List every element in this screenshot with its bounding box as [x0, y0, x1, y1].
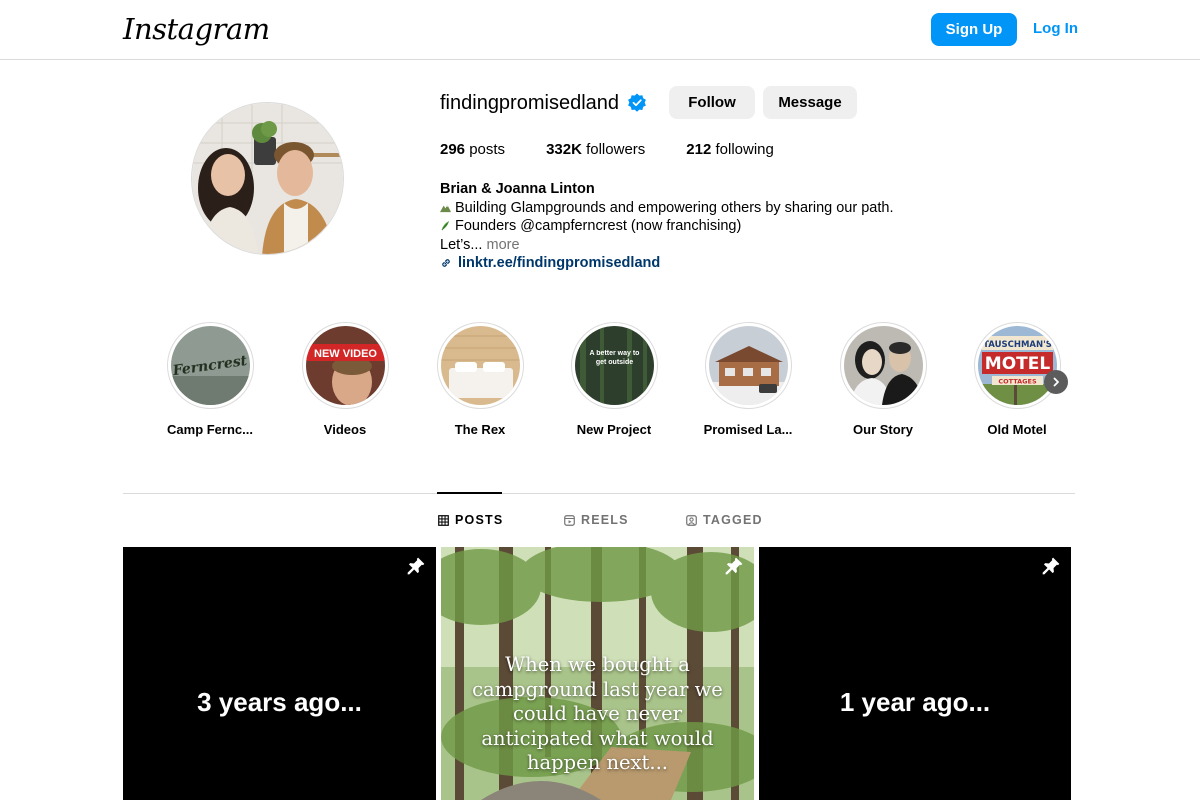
- posts-count-label: posts: [469, 141, 506, 158]
- tab-tagged[interactable]: TAGGED: [686, 513, 763, 527]
- highlight-ring: Ferncrest: [166, 322, 254, 409]
- post-caption: 1 year ago...: [839, 687, 991, 717]
- avatar-photo: [192, 103, 343, 254]
- new-project-cover-image: A better way to get outside: [574, 326, 654, 405]
- highlight-the-rex[interactable]: The Rex: [420, 322, 540, 437]
- highlight-new-project[interactable]: A better way to get outside New Project: [554, 322, 674, 437]
- following-count: 212: [686, 141, 712, 158]
- highlight-label: New Project: [576, 422, 652, 437]
- highlight-promised-land[interactable]: Promised La...: [688, 322, 808, 437]
- sign-up-button[interactable]: Sign Up: [931, 13, 1017, 46]
- post-tile[interactable]: When we bought a campground last year we…: [441, 547, 754, 800]
- tagged-icon: [686, 514, 697, 526]
- message-button[interactable]: Message: [763, 86, 857, 119]
- bio-external-link[interactable]: linktr.ee/findingpromisedland: [440, 254, 960, 273]
- new-project-overlay-text: A better way to get outside: [589, 350, 639, 366]
- profile-bio: Brian & Joanna Linton Building Glampgrou…: [440, 180, 960, 273]
- log-in-link[interactable]: Log In: [1033, 20, 1078, 37]
- profile-avatar: [191, 102, 344, 255]
- followers-count-label: followers: [586, 141, 646, 158]
- promised-land-cover-image: [708, 326, 788, 405]
- chevron-right-icon: [1053, 377, 1059, 387]
- verified-badge-icon: [628, 93, 646, 112]
- instagram-logo[interactable]: Instagram: [123, 12, 270, 46]
- herb-emoji-icon: [441, 220, 450, 231]
- bio-line-2-text: Founders @campferncrest (now franchising…: [455, 218, 742, 234]
- post-tile[interactable]: 3 years ago...: [123, 547, 436, 800]
- new-video-badge-text: NEW VIDEO: [314, 348, 377, 360]
- post-caption: 3 years ago...: [197, 687, 362, 717]
- highlight-ring: [839, 322, 927, 409]
- highlight-cover: NEW VIDEO: [305, 326, 385, 405]
- highlight-ring: [704, 322, 792, 409]
- motel-sign-sub-text: COTTAGES: [998, 378, 1037, 386]
- the-rex-cover-image: [440, 326, 520, 405]
- tab-posts-label: POSTS: [455, 513, 504, 527]
- username: findingpromisedland: [440, 91, 620, 114]
- highlight-cover: TAUSCHMAN'S MOTEL COTTAGES: [977, 326, 1057, 405]
- highlights-next-button[interactable]: [1044, 370, 1068, 394]
- highlight-ring: TAUSCHMAN'S MOTEL COTTAGES: [973, 322, 1061, 409]
- highlight-our-story[interactable]: Our Story: [823, 322, 943, 437]
- highlight-videos[interactable]: NEW VIDEO Videos: [285, 322, 405, 437]
- highlight-cover: [708, 326, 788, 405]
- motel-sign-main-text: MOTEL: [984, 354, 1050, 374]
- highlight-label: Old Motel: [987, 422, 1047, 437]
- tab-tagged-label: TAGGED: [703, 513, 763, 527]
- username-row: findingpromisedland: [440, 86, 647, 120]
- ferncrest-cover-image: Ferncrest: [170, 326, 250, 405]
- bio-line-1: Building Glampgrounds and empowering oth…: [440, 199, 960, 218]
- follow-button[interactable]: Follow: [669, 86, 755, 119]
- active-tab-indicator: [437, 492, 502, 494]
- highlight-cover: Ferncrest: [170, 326, 250, 405]
- highlight-label: Our Story: [853, 422, 913, 437]
- videos-cover-image: NEW VIDEO: [305, 326, 385, 405]
- bio-more-link[interactable]: more: [486, 237, 519, 253]
- highlight-ring: NEW VIDEO: [301, 322, 389, 409]
- old-motel-cover-image: TAUSCHMAN'S MOTEL COTTAGES: [977, 326, 1057, 405]
- grid-icon: [438, 514, 449, 526]
- highlight-cover: [843, 326, 923, 405]
- reels-icon: [564, 514, 575, 526]
- our-story-cover-image: [843, 326, 923, 405]
- posts-count: 296: [440, 141, 466, 158]
- top-nav-bar: Instagram Sign Up Log In: [0, 0, 1200, 60]
- motel-sign-top-text: TAUSCHMAN'S: [983, 340, 1052, 350]
- tabs-divider: [123, 493, 1075, 494]
- highlight-label: Camp Fernc...: [167, 422, 253, 437]
- highlight-cover: A better way to get outside: [574, 326, 654, 405]
- post-caption: When we bought a campground last year we…: [472, 653, 723, 774]
- highlight-label: Promised La...: [703, 422, 793, 437]
- bio-line-3-text: Let’s...: [440, 236, 483, 253]
- pin-icon: [407, 557, 425, 575]
- bio-line-1-text: Building Glampgrounds and empowering oth…: [455, 199, 894, 216]
- pin-icon: [725, 557, 743, 575]
- bio-link-text: linktr.ee/findingpromisedland: [458, 255, 661, 271]
- following-count-label: following: [715, 141, 774, 158]
- posts-count-stat: 296 posts: [440, 141, 505, 158]
- tab-posts[interactable]: POSTS: [438, 513, 503, 527]
- followers-count-stat[interactable]: 332K followers: [546, 141, 645, 158]
- highlight-label: The Rex: [454, 422, 506, 437]
- highlight-label: Videos: [323, 422, 367, 437]
- profile-stats: 296 posts 332K followers 212 following: [440, 141, 815, 158]
- highlight-ring: [436, 322, 524, 409]
- post-tile[interactable]: 1 year ago...: [759, 547, 1071, 800]
- bio-line-3: Let’s... more: [440, 236, 960, 255]
- bio-full-name: Brian & Joanna Linton: [440, 181, 595, 197]
- bio-line-2: Founders @campferncrest (now franchising…: [440, 217, 960, 236]
- mountain-emoji-icon: [440, 204, 451, 212]
- link-icon: [442, 259, 450, 268]
- followers-count: 332K: [546, 141, 582, 158]
- pin-icon: [1042, 557, 1060, 575]
- following-count-stat[interactable]: 212 following: [686, 141, 774, 158]
- tab-reels-label: REELS: [581, 513, 629, 527]
- highlight-ring: A better way to get outside: [570, 322, 658, 409]
- tab-reels[interactable]: REELS: [564, 513, 629, 527]
- highlight-cover: [440, 326, 520, 405]
- highlight-camp-ferncrest[interactable]: Ferncrest Camp Fernc...: [150, 322, 270, 437]
